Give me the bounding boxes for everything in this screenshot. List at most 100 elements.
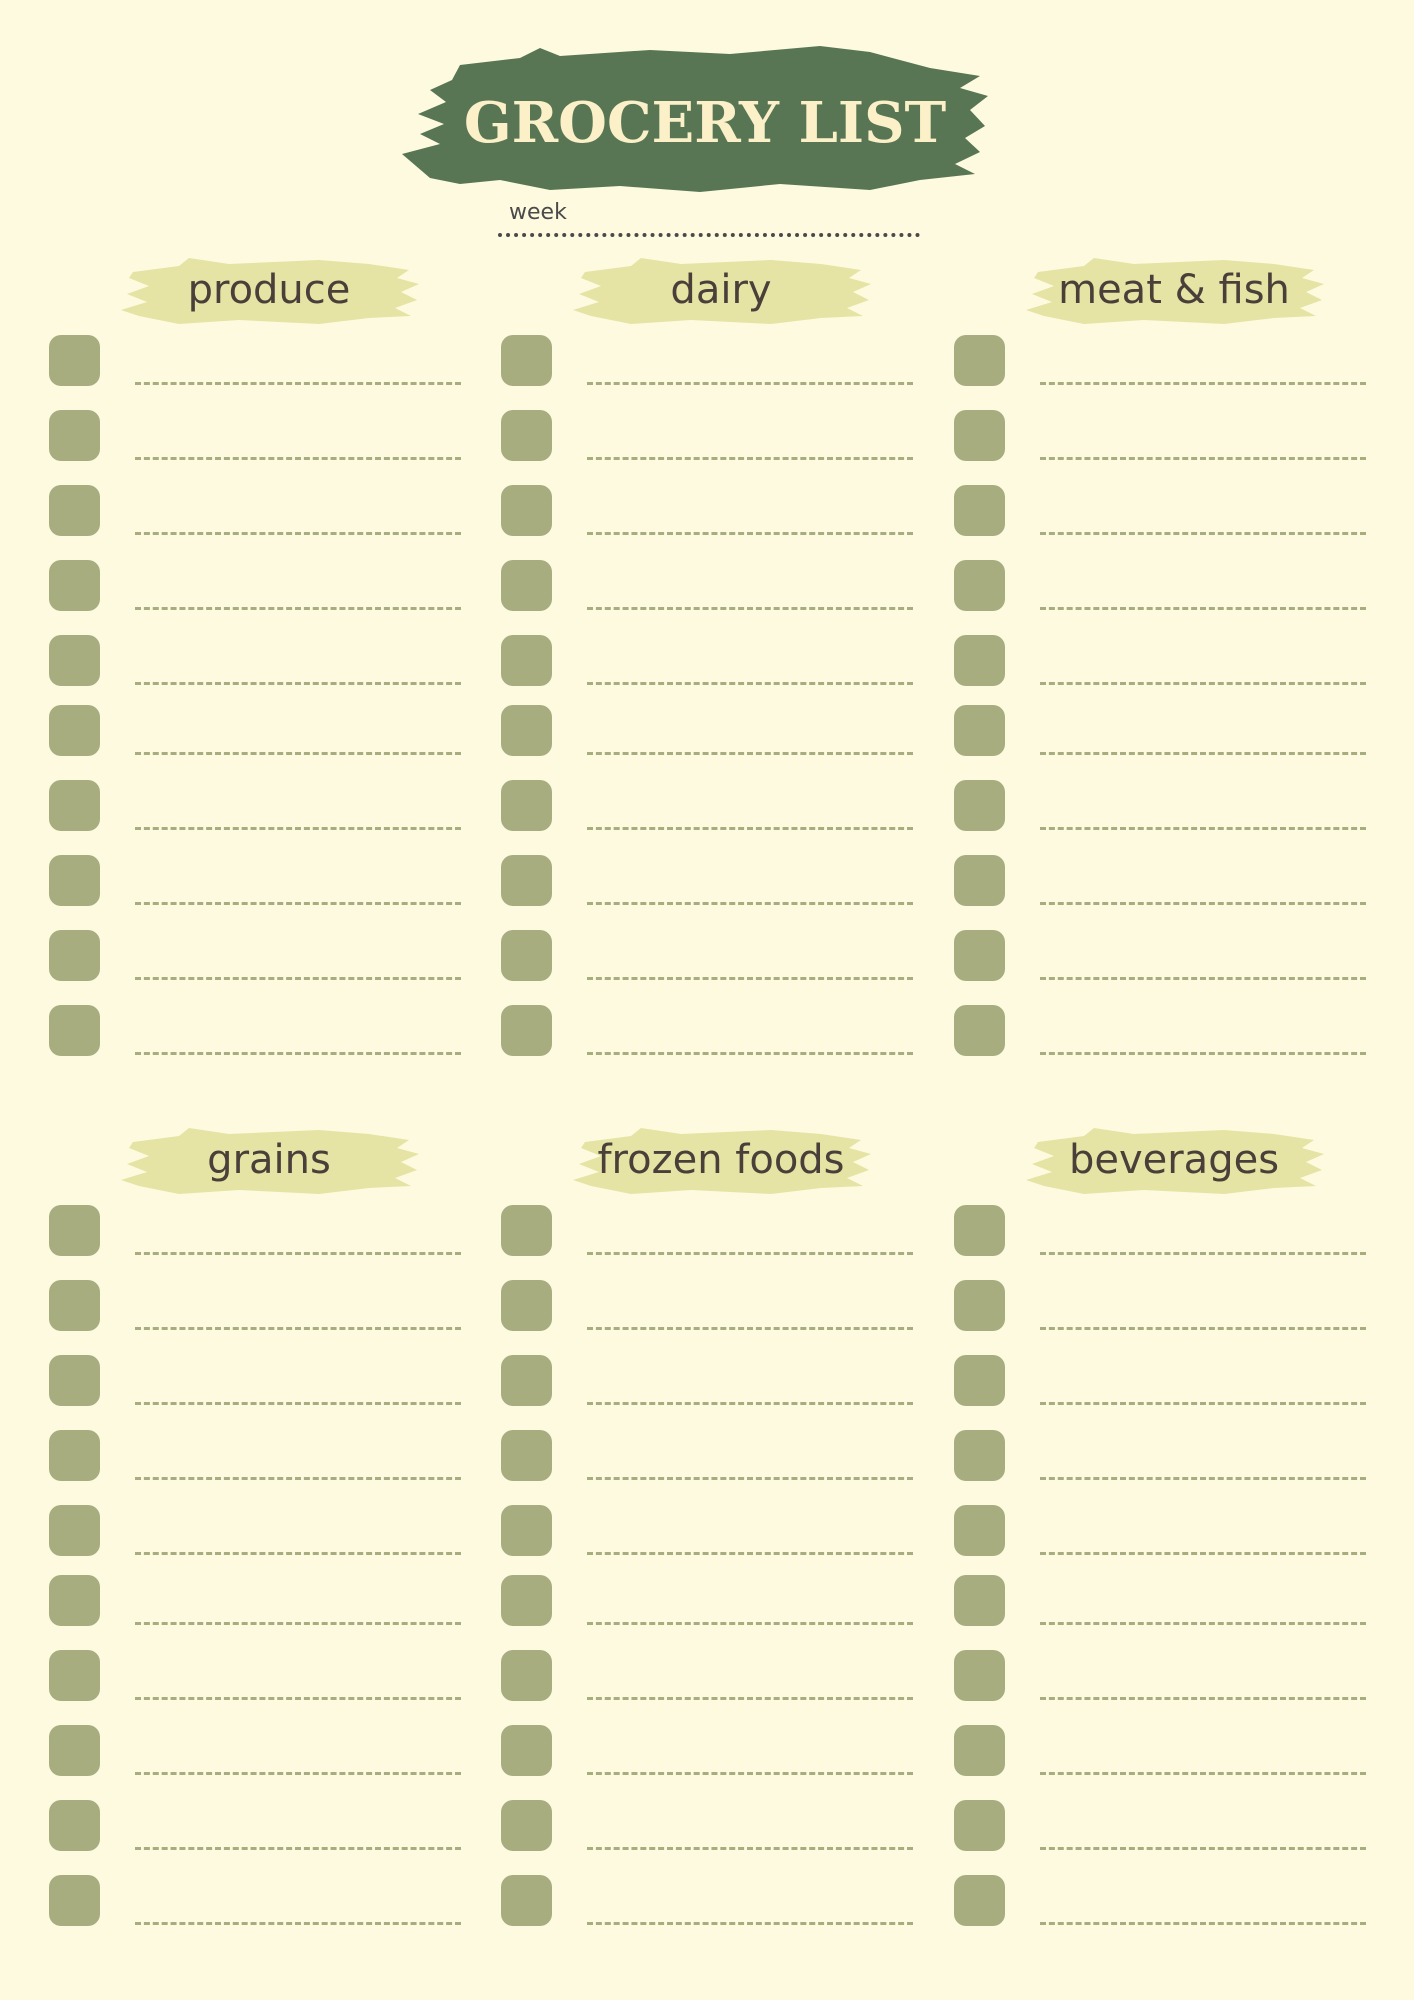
item-checkbox[interactable] <box>954 1205 1005 1256</box>
item-entry-line[interactable] <box>587 1847 913 1850</box>
item-checkbox[interactable] <box>49 855 100 906</box>
item-checkbox[interactable] <box>954 930 1005 981</box>
item-entry-line[interactable] <box>587 532 913 535</box>
item-checkbox[interactable] <box>49 1430 100 1481</box>
item-checkbox[interactable] <box>954 1280 1005 1331</box>
item-checkbox[interactable] <box>954 410 1005 461</box>
item-entry-line[interactable] <box>1040 457 1366 460</box>
item-checkbox[interactable] <box>501 635 552 686</box>
item-entry-line[interactable] <box>587 1052 913 1055</box>
item-checkbox[interactable] <box>49 1005 100 1056</box>
item-checkbox[interactable] <box>501 1800 552 1851</box>
item-entry-line[interactable] <box>1040 1402 1366 1405</box>
item-checkbox[interactable] <box>501 855 552 906</box>
item-checkbox[interactable] <box>49 1205 100 1256</box>
item-entry-line[interactable] <box>1040 1847 1366 1850</box>
item-checkbox[interactable] <box>49 1355 100 1406</box>
item-entry-line[interactable] <box>135 752 461 755</box>
item-checkbox[interactable] <box>954 855 1005 906</box>
item-checkbox[interactable] <box>501 1650 552 1701</box>
item-checkbox[interactable] <box>49 1800 100 1851</box>
item-entry-line[interactable] <box>135 1697 461 1700</box>
item-checkbox[interactable] <box>49 335 100 386</box>
item-entry-line[interactable] <box>1040 902 1366 905</box>
item-checkbox[interactable] <box>954 1505 1005 1556</box>
item-checkbox[interactable] <box>954 1650 1005 1701</box>
item-checkbox[interactable] <box>501 1205 552 1256</box>
item-entry-line[interactable] <box>587 1922 913 1925</box>
item-checkbox[interactable] <box>49 1875 100 1926</box>
item-entry-line[interactable] <box>1040 1477 1366 1480</box>
item-entry-line[interactable] <box>135 532 461 535</box>
item-entry-line[interactable] <box>135 1552 461 1555</box>
item-entry-line[interactable] <box>587 752 913 755</box>
item-entry-line[interactable] <box>587 1552 913 1555</box>
item-checkbox[interactable] <box>954 560 1005 611</box>
item-checkbox[interactable] <box>501 485 552 536</box>
item-entry-line[interactable] <box>135 1847 461 1850</box>
item-checkbox[interactable] <box>954 780 1005 831</box>
item-entry-line[interactable] <box>1040 1922 1366 1925</box>
item-checkbox[interactable] <box>954 1875 1005 1926</box>
item-entry-line[interactable] <box>587 827 913 830</box>
item-checkbox[interactable] <box>954 1355 1005 1406</box>
item-checkbox[interactable] <box>501 1725 552 1776</box>
item-checkbox[interactable] <box>501 705 552 756</box>
item-checkbox[interactable] <box>954 705 1005 756</box>
item-checkbox[interactable] <box>954 1430 1005 1481</box>
item-entry-line[interactable] <box>587 607 913 610</box>
item-entry-line[interactable] <box>135 1402 461 1405</box>
item-entry-line[interactable] <box>135 607 461 610</box>
item-checkbox[interactable] <box>501 1505 552 1556</box>
item-checkbox[interactable] <box>49 930 100 981</box>
item-checkbox[interactable] <box>501 930 552 981</box>
item-entry-line[interactable] <box>135 457 461 460</box>
item-checkbox[interactable] <box>501 410 552 461</box>
item-entry-line[interactable] <box>1040 1772 1366 1775</box>
item-entry-line[interactable] <box>587 1772 913 1775</box>
item-entry-line[interactable] <box>1040 607 1366 610</box>
item-checkbox[interactable] <box>501 1575 552 1626</box>
item-entry-line[interactable] <box>1040 1327 1366 1330</box>
item-checkbox[interactable] <box>501 1355 552 1406</box>
item-entry-line[interactable] <box>587 457 913 460</box>
item-entry-line[interactable] <box>587 1327 913 1330</box>
item-checkbox[interactable] <box>501 1005 552 1056</box>
item-entry-line[interactable] <box>135 977 461 980</box>
item-checkbox[interactable] <box>954 1800 1005 1851</box>
item-entry-line[interactable] <box>1040 1552 1366 1555</box>
item-checkbox[interactable] <box>501 1280 552 1331</box>
item-checkbox[interactable] <box>501 560 552 611</box>
item-checkbox[interactable] <box>501 1430 552 1481</box>
item-entry-line[interactable] <box>1040 1052 1366 1055</box>
item-checkbox[interactable] <box>49 1280 100 1331</box>
item-entry-line[interactable] <box>1040 1622 1366 1625</box>
item-entry-line[interactable] <box>135 827 461 830</box>
item-entry-line[interactable] <box>135 1052 461 1055</box>
item-checkbox[interactable] <box>49 410 100 461</box>
item-checkbox[interactable] <box>49 635 100 686</box>
item-checkbox[interactable] <box>954 1005 1005 1056</box>
item-entry-line[interactable] <box>1040 1697 1366 1700</box>
item-entry-line[interactable] <box>135 1622 461 1625</box>
week-input-line[interactable] <box>498 233 920 237</box>
item-checkbox[interactable] <box>954 635 1005 686</box>
item-entry-line[interactable] <box>1040 827 1366 830</box>
item-entry-line[interactable] <box>135 382 461 385</box>
item-checkbox[interactable] <box>501 1875 552 1926</box>
item-checkbox[interactable] <box>49 485 100 536</box>
item-checkbox[interactable] <box>954 335 1005 386</box>
item-entry-line[interactable] <box>1040 382 1366 385</box>
item-entry-line[interactable] <box>587 977 913 980</box>
item-entry-line[interactable] <box>587 1402 913 1405</box>
item-entry-line[interactable] <box>1040 682 1366 685</box>
item-checkbox[interactable] <box>49 560 100 611</box>
item-entry-line[interactable] <box>135 902 461 905</box>
item-checkbox[interactable] <box>954 1575 1005 1626</box>
item-entry-line[interactable] <box>587 1622 913 1625</box>
item-entry-line[interactable] <box>135 1772 461 1775</box>
item-checkbox[interactable] <box>49 705 100 756</box>
item-entry-line[interactable] <box>1040 977 1366 980</box>
item-entry-line[interactable] <box>587 1477 913 1480</box>
item-checkbox[interactable] <box>49 1725 100 1776</box>
